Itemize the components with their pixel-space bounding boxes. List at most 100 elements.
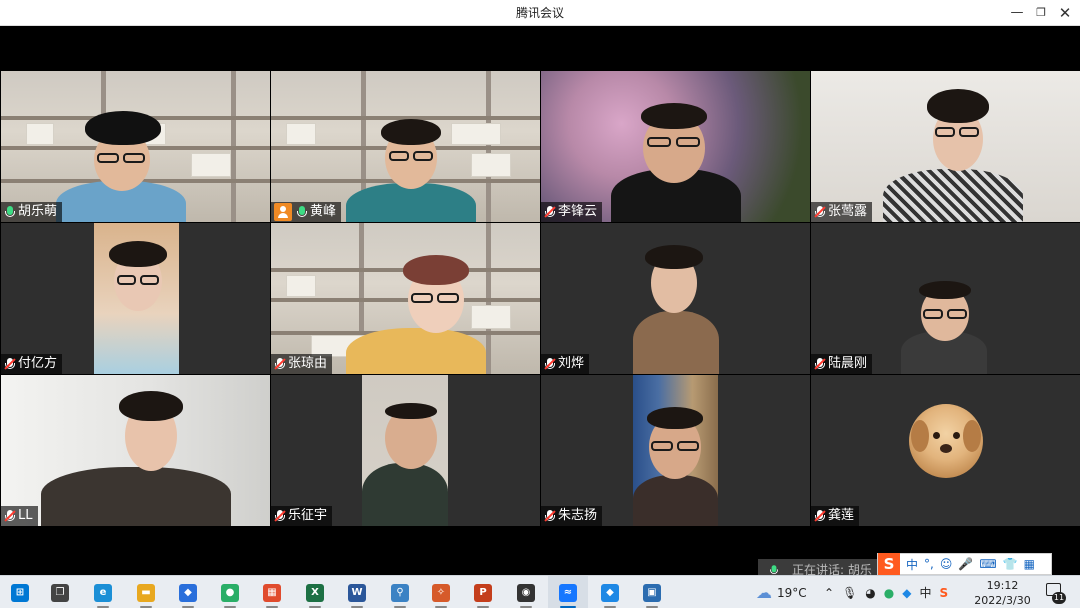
tencent-meeting-icon: ≈ [559,583,577,602]
system-tray: ⌃ 🎙 ◕ ● ◆ 中 S [824,576,948,608]
video-tile[interactable]: LL [1,375,270,526]
taskbar-store-button[interactable]: ▦ [252,576,292,608]
microphone-icon[interactable]: 🎙 [842,586,857,600]
participant-name: 张莺露 [828,204,868,219]
video-tile[interactable]: 张琼由 [271,223,540,374]
participant-label: 黄峰 [271,202,342,222]
video-tile[interactable]: 刘烨 [541,223,810,374]
cloud-icon: ☁ [756,583,772,602]
file-explorer-icon: ▬ [137,583,155,602]
edge-icon: e [94,583,112,602]
participant-label: 龚莲 [811,506,860,526]
mic-muted-icon [4,509,16,523]
wechat-tray-icon[interactable]: ● [884,586,894,600]
taskbar-excel-button[interactable]: X [295,576,335,608]
mic-muted-icon [274,357,286,371]
chevron-up-icon[interactable]: ⌃ [824,586,834,600]
powerpoint-icon: P [474,583,492,602]
emoji-icon[interactable]: ☺ [940,557,953,571]
taskbar-wechat-button[interactable]: ● [210,576,250,608]
mic-on-icon [4,205,16,219]
ime-mode[interactable]: 中 [906,556,918,573]
participant-label: LL [1,506,38,526]
input-language[interactable]: 中 [920,584,932,601]
taskbar-app-dark-button[interactable]: ◉ [506,576,546,608]
participant-label: 张琼由 [271,354,333,374]
taskbar-tencent-meeting-button[interactable]: ≈ [548,576,588,608]
voice-icon[interactable]: 🎤 [958,557,973,571]
sogou-logo-icon[interactable]: S [878,553,900,575]
mic-muted-icon [4,357,16,371]
window-title: 腾讯会议 [515,6,564,20]
ime-toolbar[interactable]: S 中 °, ☺ 🎤 ⌨ 👕 ▦ [877,553,1052,575]
taskbar-powerpoint-button[interactable]: P [463,576,503,608]
video-tile[interactable]: 陆晨刚 [811,223,1080,374]
participant-label: 张莺露 [811,202,873,222]
excel-icon: X [306,583,324,602]
mic-muted-icon [274,509,286,523]
sogou-tray-icon[interactable]: S [940,586,949,600]
mic-muted-icon [544,509,556,523]
participant-label: 刘烨 [541,354,590,374]
video-tile[interactable]: 黄峰 [271,71,540,222]
taskbar-app-figure-button[interactable]: ✧ [421,576,461,608]
participant-name: 张琼由 [288,356,328,371]
taskbar-photos-button[interactable]: ▣ [632,576,672,608]
host-icon [274,203,292,221]
clock[interactable]: 19:12 2022/3/30 [965,576,1040,608]
mic-muted-icon [544,205,556,219]
qq-icon[interactable]: ◕ [865,586,875,600]
video-tile[interactable]: 龚莲 [811,375,1080,526]
app-cube-icon: ◆ [179,583,197,602]
video-tile[interactable]: 胡乐萌 [1,71,270,222]
ime-punct[interactable]: °, [924,557,934,571]
weather-widget[interactable]: ☁ 19°C [756,576,807,608]
participant-label: 朱志扬 [541,506,603,526]
taskbar-file-explorer-button[interactable]: ▬ [126,576,166,608]
video-tile[interactable]: 乐征宇 [271,375,540,526]
taskbar-app-cube-2-button[interactable]: ◆ [590,576,630,608]
participant-name: 龚莲 [828,508,855,523]
keyboard-icon[interactable]: ⌨ [979,557,996,571]
taskbar: ⊞ ❐ e ▬ ◆ ● ▦ X W ⚲ ✧ P ◉ ≈ ◆ ▣ ☁ 19°C ⌃ 🎙 ◕ ● ◆ 中 S 19… [0,575,1080,608]
taskbar-app-cube-button[interactable]: ◆ [168,576,208,608]
participant-name: 付亿方 [18,356,58,371]
mic-muted-icon [544,357,556,371]
taskbar-task-view-button[interactable]: ❐ [40,576,80,608]
photos-icon: ▣ [643,583,661,602]
task-view-icon: ❐ [51,583,69,602]
taskbar-start-button[interactable]: ⊞ [0,576,40,608]
participant-name: 刘烨 [558,356,585,371]
taskbar-word-button[interactable]: W [337,576,377,608]
clock-date: 2022/3/30 [974,594,1031,607]
participant-name: 李锋云 [558,204,598,219]
participant-label: 付亿方 [1,354,63,374]
skin-icon[interactable]: 👕 [1003,557,1018,571]
participant-label: 乐征宇 [271,506,333,526]
mic-icon [769,564,779,575]
participant-name: 胡乐萌 [18,204,58,219]
participant-label: 胡乐萌 [1,202,63,222]
taskbar-edge-button[interactable]: e [83,576,123,608]
word-icon: W [348,583,366,602]
video-tile[interactable]: 张莺露 [811,71,1080,222]
video-tile[interactable]: 付亿方 [1,223,270,374]
participant-label: 李锋云 [541,202,603,222]
weather-temp: 19°C [777,585,807,600]
participant-label: 陆晨刚 [811,354,873,374]
mic-muted-icon [814,509,826,523]
participant-name: LL [18,508,33,523]
close-button[interactable]: ✕ [1050,0,1080,26]
taskbar-app-link-button[interactable]: ⚲ [380,576,420,608]
cube-tray-icon[interactable]: ◆ [902,586,911,600]
app-cube-2-icon: ◆ [601,583,619,602]
tencent-meeting-window: 腾讯会议 — ❐ ✕ 胡乐萌 黄峰 李锋云 张莺露 付亿方 张琼由 刘烨 陆晨刚… [0,0,1080,608]
notification-center[interactable]: 11 [1044,581,1066,604]
mic-muted-icon [814,357,826,371]
mic-on-icon [296,205,308,219]
toolbox-icon[interactable]: ▦ [1024,557,1035,571]
video-tile[interactable]: 李锋云 [541,71,810,222]
store-icon: ▦ [263,583,281,602]
video-tile[interactable]: 朱志扬 [541,375,810,526]
start-icon: ⊞ [11,583,29,602]
